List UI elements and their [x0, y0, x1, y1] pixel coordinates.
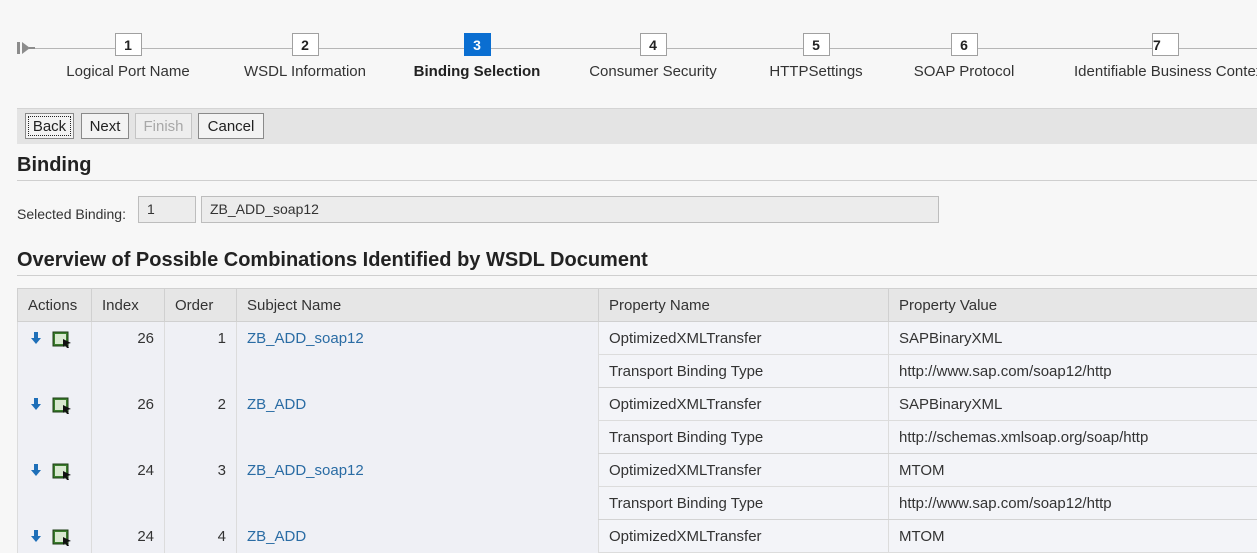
column-header-order[interactable]: Order	[165, 289, 237, 322]
order-cell: 1	[165, 322, 237, 388]
property-value-cell: SAPBinaryXML	[889, 322, 1257, 355]
next-button[interactable]: Next	[81, 113, 129, 139]
property-name-cell: OptimizedXMLTransfer	[599, 454, 889, 487]
step-number: 6	[951, 33, 978, 56]
cancel-button[interactable]: Cancel	[198, 113, 264, 139]
select-binding-icon[interactable]	[52, 529, 72, 547]
selected-binding-label: Selected Binding:	[17, 206, 126, 222]
roadmap-step-3[interactable]: 3 Binding Selection	[387, 33, 567, 80]
step-number: 5	[803, 33, 830, 56]
property-value-cell: MTOM	[889, 454, 1257, 487]
roadmap-step-4[interactable]: 4 Consumer Security	[563, 33, 743, 80]
actions-cell	[18, 388, 92, 454]
subject-cell: ZB_ADD	[237, 520, 599, 553]
step-label: Identifiable Business Context	[1074, 63, 1257, 80]
step-label: Binding Selection	[387, 63, 567, 80]
step-number: 1	[115, 33, 142, 56]
step-label: Logical Port Name	[38, 63, 218, 80]
subject-name-link[interactable]: ZB_ADD	[247, 396, 306, 413]
actions-cell	[18, 454, 92, 520]
actions-cell	[18, 322, 92, 388]
arrow-down-icon[interactable]	[30, 529, 42, 543]
index-cell: 24	[92, 454, 165, 520]
index-cell: 26	[92, 388, 165, 454]
roadmap-step-6[interactable]: 6 SOAP Protocol	[874, 33, 1054, 80]
select-binding-icon[interactable]	[52, 397, 72, 415]
roadmap-step-2[interactable]: 2 WSDL Information	[215, 33, 395, 80]
wizard-toolbar: Back Next Finish Cancel	[17, 108, 1257, 144]
table-row: 26 2 ZB_ADD OptimizedXMLTransfer SAPBina…	[18, 388, 1257, 421]
property-name-cell: OptimizedXMLTransfer	[599, 388, 889, 421]
order-cell: 2	[165, 388, 237, 454]
step-label: Consumer Security	[563, 63, 743, 80]
order-cell: 3	[165, 454, 237, 520]
back-button[interactable]: Back	[25, 113, 74, 139]
arrow-down-icon[interactable]	[30, 331, 42, 345]
index-cell: 24	[92, 520, 165, 553]
step-number: 2	[292, 33, 319, 56]
roadmap-step-7[interactable]: 7 Identifiable Business Context	[1074, 33, 1257, 80]
roadmap-step-1[interactable]: 1 Logical Port Name	[38, 33, 218, 80]
subject-cell: ZB_ADD	[237, 388, 599, 454]
arrow-down-icon[interactable]	[30, 463, 42, 477]
column-header-index[interactable]: Index	[92, 289, 165, 322]
select-binding-icon[interactable]	[52, 463, 72, 481]
step-number: 4	[640, 33, 667, 56]
step-number: 3	[464, 33, 491, 56]
roadmap-start-icon	[17, 41, 35, 55]
order-cell: 4	[165, 520, 237, 553]
binding-section-title: Binding	[17, 154, 1257, 181]
table-row: 26 1 ZB_ADD_soap12 OptimizedXMLTransfer …	[18, 322, 1257, 355]
subject-cell: ZB_ADD_soap12	[237, 322, 599, 388]
step-label: WSDL Information	[215, 63, 395, 80]
property-name-cell: Transport Binding Type	[599, 487, 889, 520]
overview-section-title: Overview of Possible Combinations Identi…	[17, 249, 1257, 276]
subject-name-link[interactable]: ZB_ADD_soap12	[247, 330, 364, 347]
property-value-cell: http://www.sap.com/soap12/http	[889, 487, 1257, 520]
subject-cell: ZB_ADD_soap12	[237, 454, 599, 520]
finish-button: Finish	[135, 113, 192, 139]
property-value-cell: http://schemas.xmlsoap.org/soap/http	[889, 421, 1257, 454]
select-binding-icon[interactable]	[52, 331, 72, 349]
table-row: 24 4 ZB_ADD OptimizedXMLTransfer MTOM	[18, 520, 1257, 553]
property-value-cell: http://www.sap.com/soap12/http	[889, 355, 1257, 388]
step-label: SOAP Protocol	[874, 63, 1054, 80]
subject-name-link[interactable]: ZB_ADD	[247, 528, 306, 545]
subject-name-link[interactable]: ZB_ADD_soap12	[247, 462, 364, 479]
column-header-actions[interactable]: Actions	[18, 289, 92, 322]
step-number: 7	[1152, 33, 1179, 56]
actions-cell	[18, 520, 92, 553]
column-header-subject-name[interactable]: Subject Name	[237, 289, 599, 322]
wizard-roadmap: 1 Logical Port Name 2 WSDL Information 3…	[0, 0, 1257, 108]
combinations-table: Actions Index Order Subject Name Propert…	[17, 288, 1257, 553]
property-value-cell: SAPBinaryXML	[889, 388, 1257, 421]
column-header-property-value[interactable]: Property Value	[889, 289, 1257, 322]
property-name-cell: Transport Binding Type	[599, 421, 889, 454]
column-header-property-name[interactable]: Property Name	[599, 289, 889, 322]
property-name-cell: OptimizedXMLTransfer	[599, 520, 889, 553]
selected-binding-number-field: 1	[138, 196, 196, 223]
arrow-down-icon[interactable]	[30, 397, 42, 411]
property-value-cell: MTOM	[889, 520, 1257, 553]
table-header-row: Actions Index Order Subject Name Propert…	[18, 289, 1257, 322]
property-name-cell: Transport Binding Type	[599, 355, 889, 388]
index-cell: 26	[92, 322, 165, 388]
table-row: 24 3 ZB_ADD_soap12 OptimizedXMLTransfer …	[18, 454, 1257, 487]
property-name-cell: OptimizedXMLTransfer	[599, 322, 889, 355]
selected-binding-name-field: ZB_ADD_soap12	[201, 196, 939, 223]
